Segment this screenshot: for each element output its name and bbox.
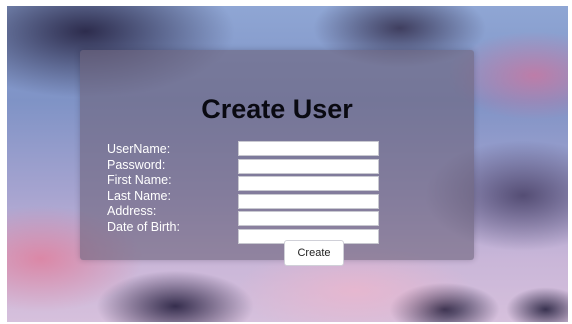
page-title: Create User: [201, 94, 353, 124]
first-name-input[interactable]: [238, 176, 379, 191]
first-name-label: First Name:: [107, 173, 172, 187]
create-button[interactable]: Create: [284, 240, 344, 266]
create-user-panel: Create User UserName: Password: First Na…: [80, 50, 474, 266]
password-input[interactable]: [238, 158, 379, 174]
address-input[interactable]: [238, 211, 379, 226]
password-label: Password:: [107, 157, 166, 172]
username-label: UserName:: [107, 142, 171, 156]
field-labels: UserName: Password: First Name: Last Nam…: [107, 142, 180, 235]
username-input[interactable]: [238, 141, 379, 156]
last-name-label: Last Name:: [107, 188, 171, 203]
date-of-birth-label: Date of Birth:: [107, 219, 180, 234]
field-inputs: [238, 141, 379, 246]
last-name-input[interactable]: [238, 193, 379, 209]
address-label: Address:: [107, 204, 157, 218]
app-window: Create User UserName: Password: First Na…: [7, 6, 568, 322]
